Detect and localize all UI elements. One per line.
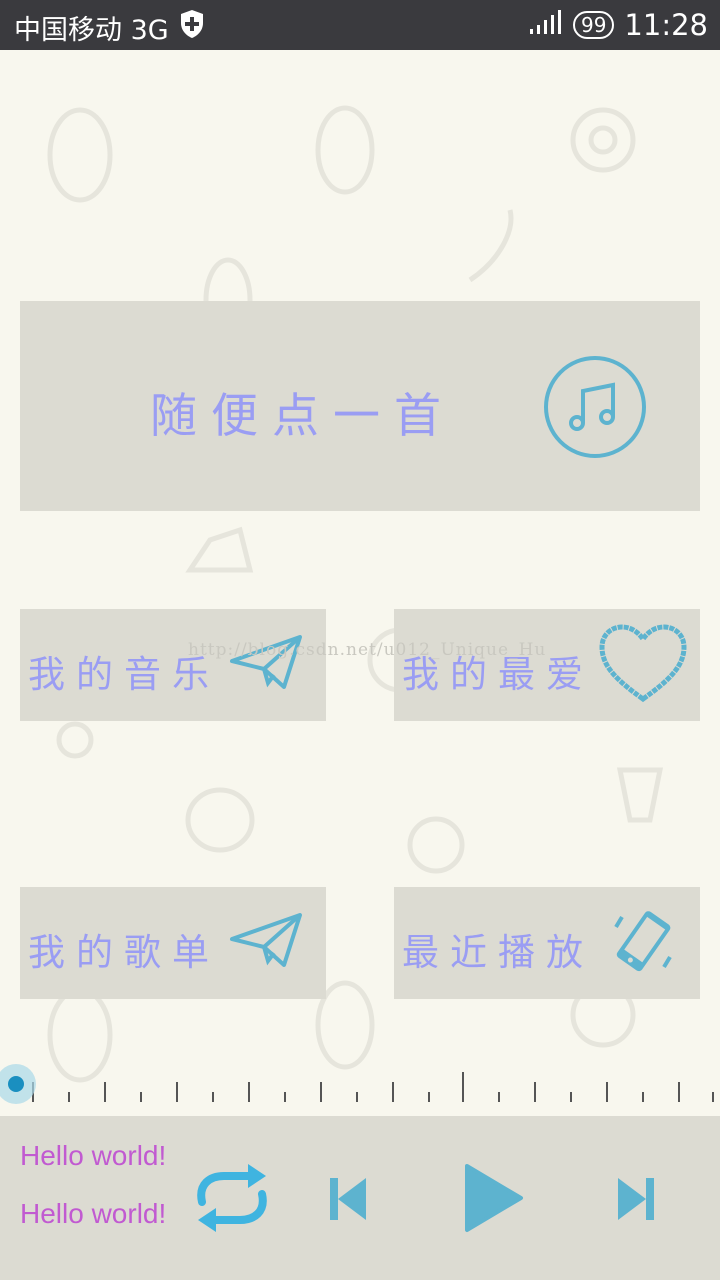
pineapple-doodle [47, 107, 113, 203]
random-play-card[interactable]: 随便点一首 [20, 301, 700, 511]
repeat-icon[interactable] [190, 1162, 274, 1238]
chicken-doodle [185, 526, 254, 573]
signal-icon [529, 8, 563, 42]
paper-plane-icon [228, 911, 304, 975]
shield-plus-icon [179, 9, 205, 46]
play-icon[interactable] [463, 1162, 525, 1238]
seek-ticks [32, 1072, 714, 1102]
previous-icon[interactable] [328, 1176, 368, 1226]
cherry-doodle [56, 721, 94, 759]
my-music-card[interactable]: 我的音乐 [20, 609, 326, 721]
my-playlist-card[interactable]: 我的歌单 [20, 887, 326, 999]
recent-play-card[interactable]: 最近播放 [394, 887, 700, 999]
broccoli-doodle [407, 816, 465, 874]
carrier-label: 中国移动 3G [14, 15, 169, 46]
player-bar: Hello world! Hello world! [0, 1116, 720, 1280]
seek-thumb [0, 1064, 36, 1104]
banana-doodle [468, 209, 514, 283]
battery-level: 99 [572, 11, 615, 39]
music-note-icon [541, 353, 649, 465]
status-right: 99 11:28 [529, 8, 708, 42]
donut-doodle [570, 107, 636, 173]
recent-play-label: 最近播放 [402, 931, 594, 974]
seek-bar[interactable] [0, 1062, 720, 1112]
my-favorite-card[interactable]: 我的最爱 [394, 609, 700, 721]
steak-doodle [185, 787, 255, 853]
clock: 11:28 [624, 8, 708, 42]
watermark-text: http://blog.csdn.net/u012_Unique_Hu [188, 640, 547, 660]
next-icon[interactable] [616, 1176, 656, 1226]
grill-doodle [616, 767, 664, 823]
watermelon-doodle-2 [315, 980, 375, 1070]
watermelon-doodle [315, 105, 375, 195]
my-playlist-label: 我的歌单 [28, 931, 220, 974]
status-left: 中国移动 3G [14, 8, 205, 47]
song-title: Hello world! [20, 1140, 167, 1171]
phone-rotate-icon [608, 905, 678, 983]
heart-icon [598, 623, 688, 709]
status-bar: 中国移动 3G 99 11:28 [0, 0, 720, 50]
random-play-label: 随便点一首 [150, 389, 455, 444]
song-artist: Hello world! [20, 1198, 167, 1229]
